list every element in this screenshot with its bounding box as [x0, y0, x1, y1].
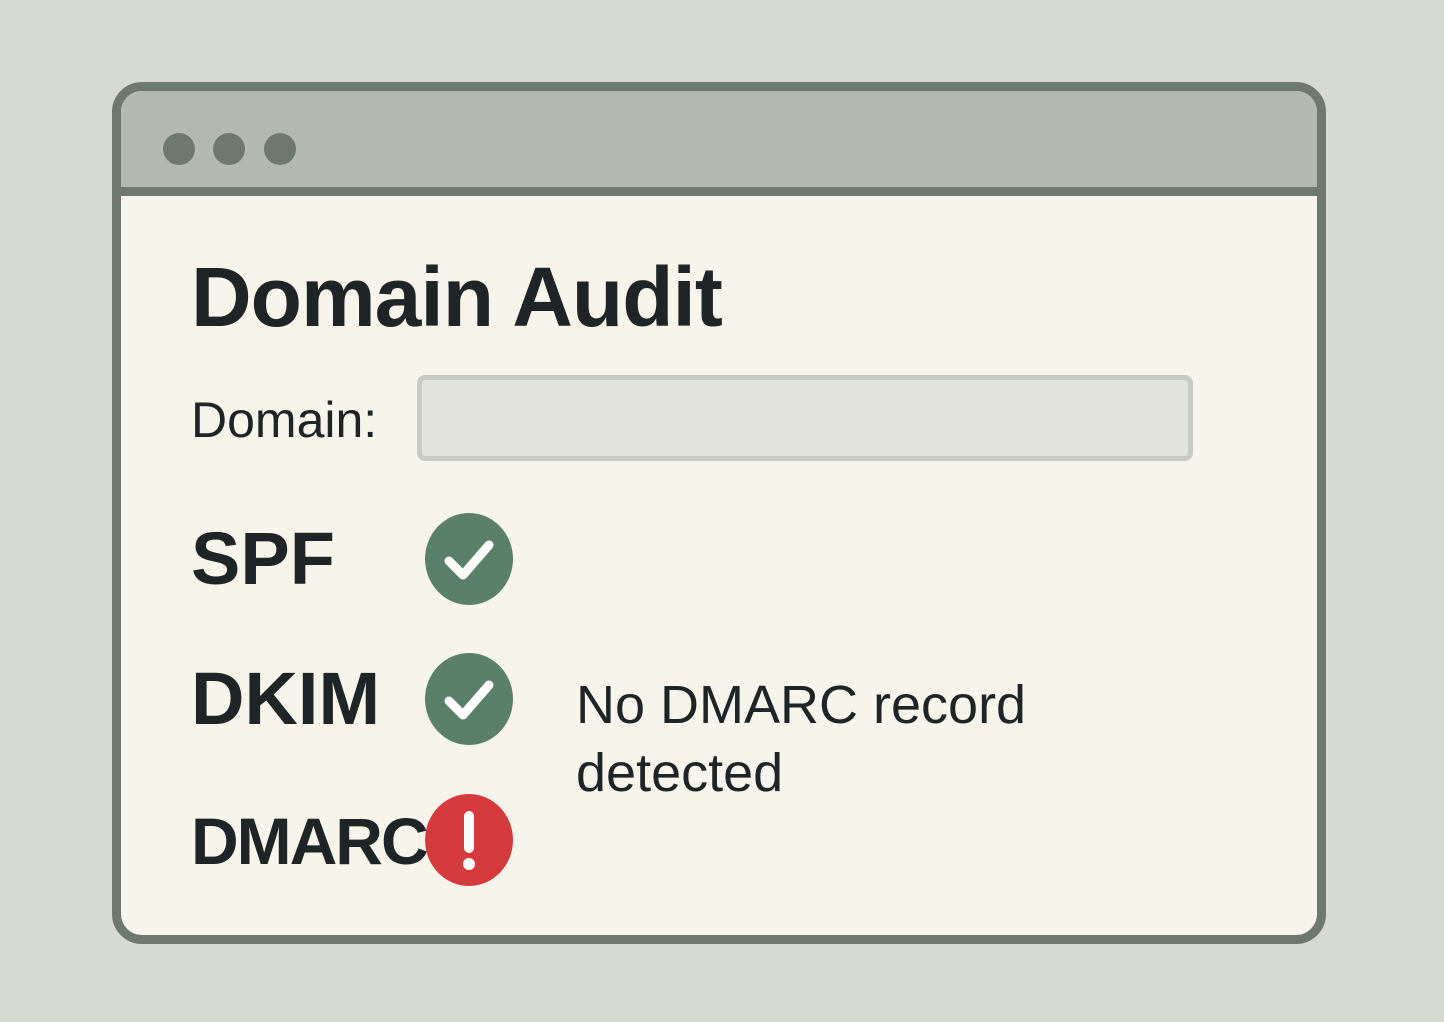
spf-label: SPF [191, 517, 335, 600]
window-titlebar [121, 91, 1317, 196]
window-control-dot-icon[interactable] [163, 133, 195, 165]
domain-label: Domain: [191, 392, 378, 448]
page-title: Domain Audit [191, 250, 723, 344]
dmarc-error-message: No DMARC record detected [576, 675, 1027, 803]
window-control-dot-icon[interactable] [213, 133, 245, 165]
dkim-label: DKIM [191, 657, 381, 740]
dmarc-label: DMARC [191, 804, 429, 878]
window-control-dot-icon[interactable] [264, 133, 296, 165]
domain-input[interactable] [417, 375, 1193, 461]
check-circle-icon [425, 513, 513, 605]
app-window: Domain Audit Domain: SPF DKIM DMARC No D… [112, 82, 1326, 944]
check-circle-icon [425, 653, 513, 745]
exclamation-circle-icon [425, 794, 513, 886]
